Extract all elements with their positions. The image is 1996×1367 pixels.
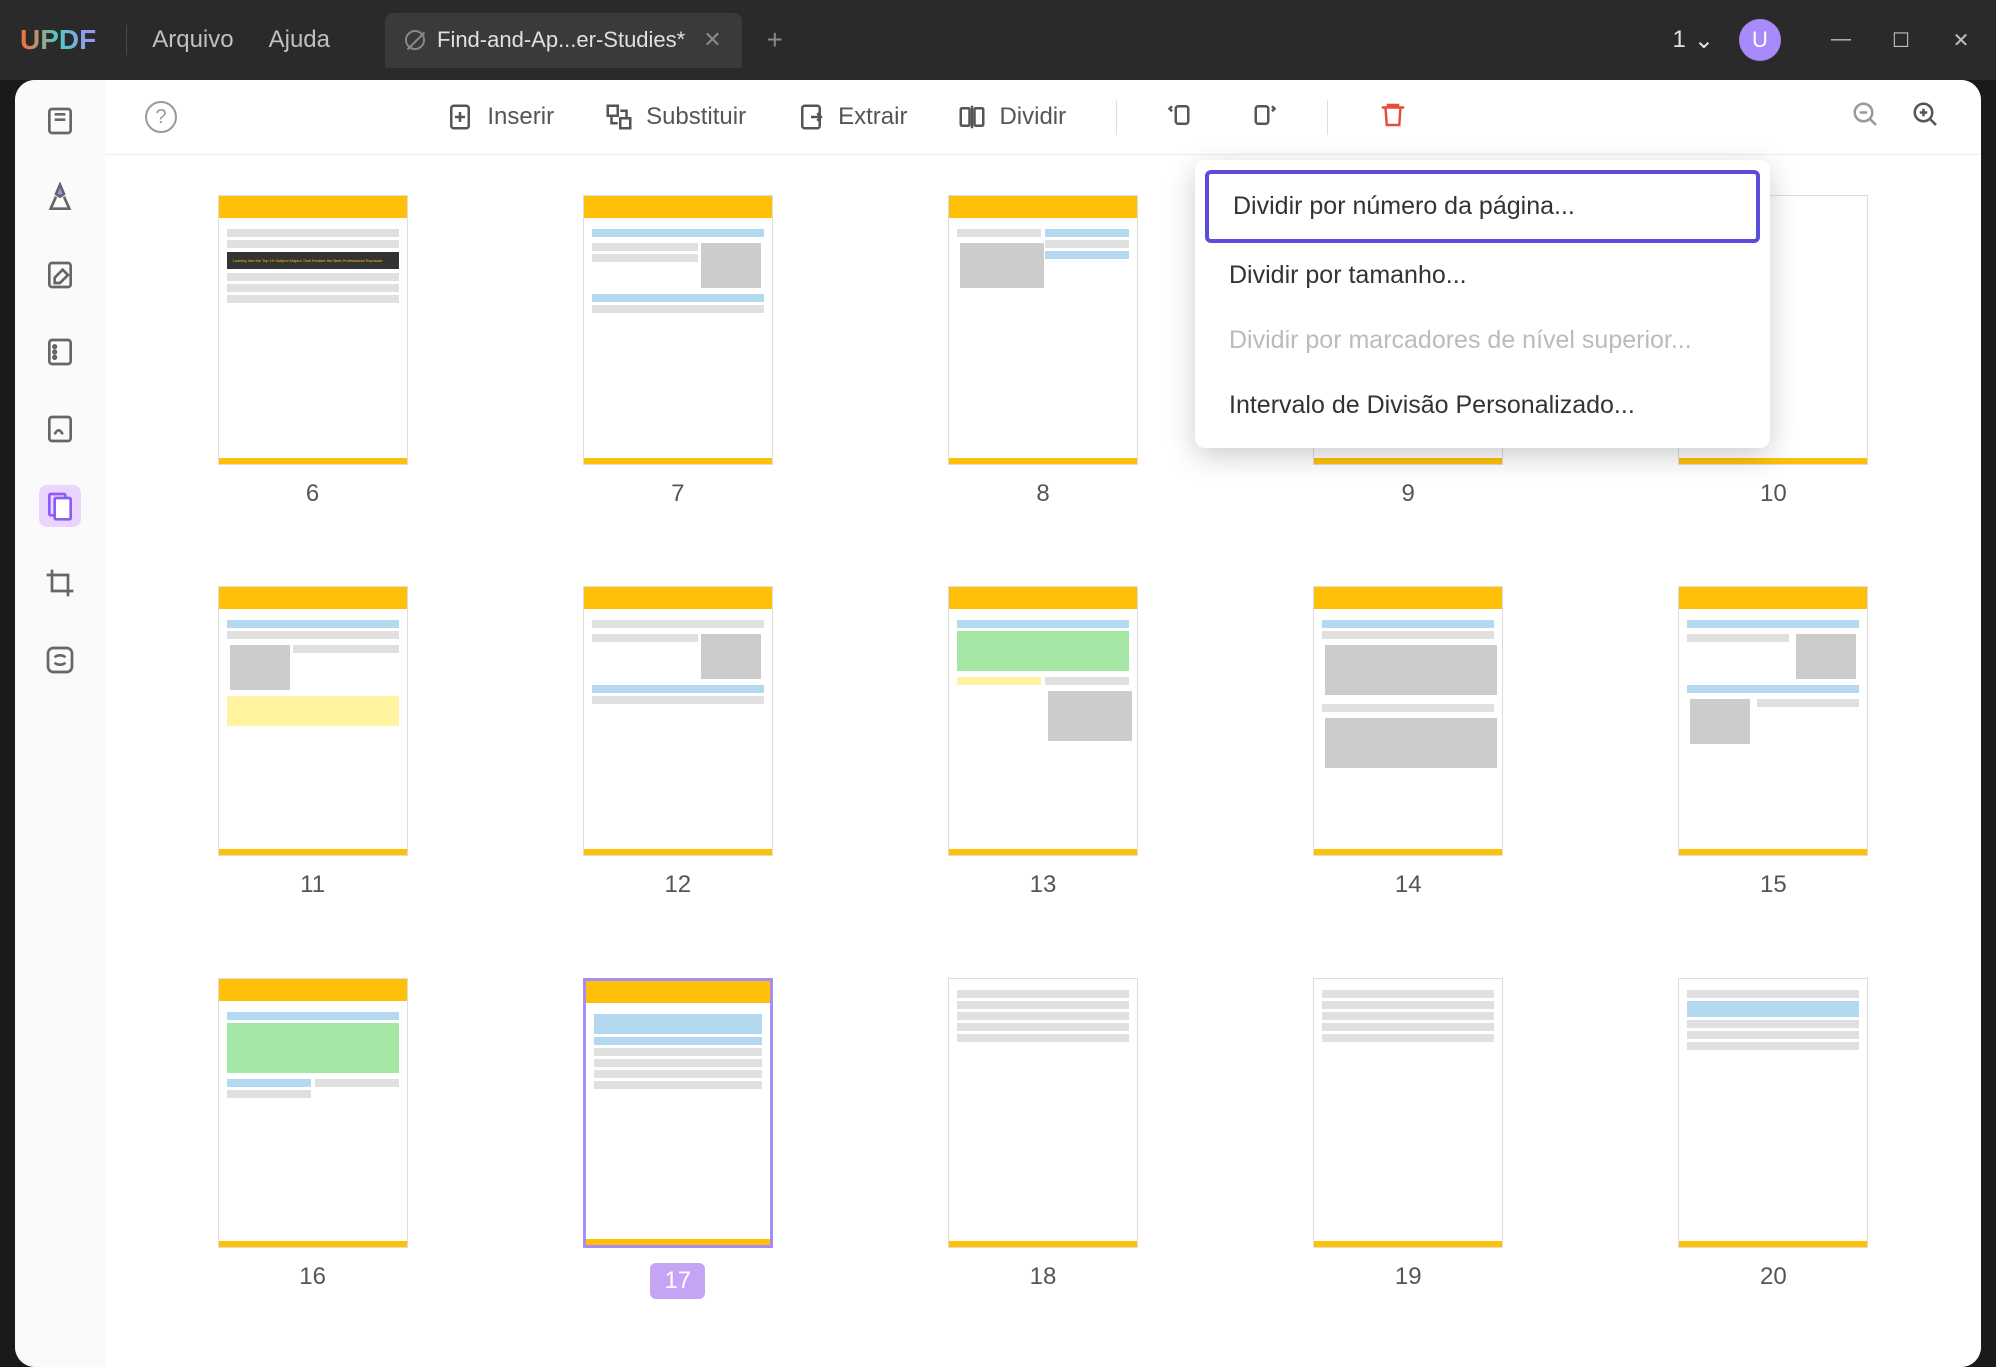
divider [126, 25, 127, 55]
tab-document-icon [405, 30, 425, 50]
main-area: ? Inserir Substituir Extrair Dividir [15, 80, 1981, 1367]
page-number-label: 11 [300, 871, 325, 899]
page-number-label: 6 [306, 480, 319, 508]
page-number-label: 13 [1030, 871, 1057, 899]
close-icon[interactable]: ✕ [703, 27, 721, 53]
thumbnail-image [583, 978, 773, 1248]
tab-title: Find-and-Ap...er-Studies* [437, 27, 685, 53]
rotate-right-button[interactable] [1247, 100, 1277, 135]
titlebar: UPDF Arquivo Ajuda Find-and-Ap...er-Stud… [0, 0, 1996, 80]
divider [1327, 100, 1328, 135]
thumbnail-image [1313, 586, 1503, 856]
page-number-label: 10 [1760, 480, 1787, 508]
split-label: Dividir [999, 103, 1066, 131]
sign-tool-icon[interactable] [39, 408, 81, 450]
user-avatar[interactable]: U [1739, 19, 1781, 61]
page-number-label: 12 [664, 871, 691, 899]
toolbar: ? Inserir Substituir Extrair Dividir [105, 80, 1981, 155]
page-thumbnail[interactable]: 19 [1261, 978, 1556, 1327]
close-button[interactable]: ✕ [1946, 28, 1976, 53]
split-by-size[interactable]: Dividir por tamanho... [1205, 243, 1760, 308]
page-thumbnail[interactable]: 20 [1626, 978, 1921, 1327]
insert-label: Inserir [487, 103, 554, 131]
thumbnail-image [948, 978, 1138, 1248]
app-logo: UPDF [20, 24, 96, 56]
maximize-button[interactable]: ☐ [1886, 28, 1916, 53]
extract-button[interactable]: Extrair [796, 102, 907, 132]
page-thumbnail[interactable]: 16 [165, 978, 460, 1327]
split-dropdown: Dividir por número da página... Dividir … [1195, 160, 1770, 448]
page-thumbnail[interactable]: 18 [895, 978, 1190, 1327]
split-button[interactable]: Dividir [957, 102, 1066, 132]
page-indicator[interactable]: 1 ⌄ [1673, 26, 1714, 55]
thumbnail-image [1313, 978, 1503, 1248]
page-number-label: 9 [1402, 480, 1415, 508]
page-thumbnail[interactable]: 14 [1261, 586, 1556, 927]
thumbnail-image: Looking Into the Top 10 Subject Majors T… [218, 195, 408, 465]
highlight-tool-icon[interactable] [39, 177, 81, 219]
zoom-out-button[interactable] [1851, 100, 1881, 135]
chevron-down-icon: ⌄ [1694, 26, 1714, 55]
divider [1116, 100, 1117, 135]
rotate-left-button[interactable] [1167, 100, 1197, 135]
organize-tool-icon[interactable] [39, 485, 81, 527]
add-tab-button[interactable]: + [767, 24, 783, 56]
page-number-label: 7 [671, 480, 684, 508]
page-number-label: 17 [650, 1263, 705, 1299]
menu-file[interactable]: Arquivo [152, 26, 233, 54]
split-by-bookmarks: Dividir por marcadores de nível superior… [1205, 308, 1760, 373]
menu-help[interactable]: Ajuda [269, 26, 330, 54]
thumbnail-image [1678, 978, 1868, 1248]
thumbnail-image [1678, 586, 1868, 856]
replace-button[interactable]: Substituir [604, 102, 746, 132]
page-thumbnail[interactable]: 8 [895, 195, 1190, 536]
redact-tool-icon[interactable] [39, 639, 81, 681]
delete-button[interactable] [1378, 100, 1408, 135]
page-thumbnail[interactable]: 11 [165, 586, 460, 927]
page-number-label: 20 [1760, 1263, 1787, 1291]
sidebar [15, 80, 105, 1367]
split-custom-range[interactable]: Intervalo de Divisão Personalizado... [1205, 373, 1760, 438]
edit-tool-icon[interactable] [39, 254, 81, 296]
replace-label: Substituir [646, 103, 746, 131]
insert-button[interactable]: Inserir [445, 102, 554, 132]
page-number-label: 14 [1395, 871, 1422, 899]
thumbnail-image [948, 586, 1138, 856]
page-number-label: 15 [1760, 871, 1787, 899]
thumbnail-image [948, 195, 1138, 465]
zoom-in-button[interactable] [1911, 100, 1941, 135]
thumbnail-image [218, 978, 408, 1248]
crop-tool-icon[interactable] [39, 562, 81, 604]
minimize-button[interactable]: — [1826, 28, 1856, 53]
page-number: 1 [1673, 26, 1686, 54]
page-thumbnail[interactable]: 17 [530, 978, 825, 1327]
split-by-page-number[interactable]: Dividir por número da página... [1205, 170, 1760, 243]
page-number-label: 19 [1395, 1263, 1422, 1291]
help-icon[interactable]: ? [145, 101, 177, 133]
page-thumbnail[interactable]: Looking Into the Top 10 Subject Majors T… [165, 195, 460, 536]
page-thumbnail[interactable]: 13 [895, 586, 1190, 927]
page-number-label: 8 [1036, 480, 1049, 508]
form-tool-icon[interactable] [39, 331, 81, 373]
thumbnail-image [583, 586, 773, 856]
page-number-label: 16 [299, 1263, 326, 1291]
page-thumbnail[interactable]: 7 [530, 195, 825, 536]
reader-tool-icon[interactable] [39, 100, 81, 142]
thumbnail-image [218, 586, 408, 856]
document-tab[interactable]: Find-and-Ap...er-Studies* ✕ [385, 13, 742, 68]
thumbnail-image [583, 195, 773, 465]
content-area: ? Inserir Substituir Extrair Dividir [105, 80, 1981, 1367]
page-thumbnail[interactable]: 12 [530, 586, 825, 927]
extract-label: Extrair [838, 103, 907, 131]
page-number-label: 18 [1030, 1263, 1057, 1291]
page-thumbnail[interactable]: 15 [1626, 586, 1921, 927]
